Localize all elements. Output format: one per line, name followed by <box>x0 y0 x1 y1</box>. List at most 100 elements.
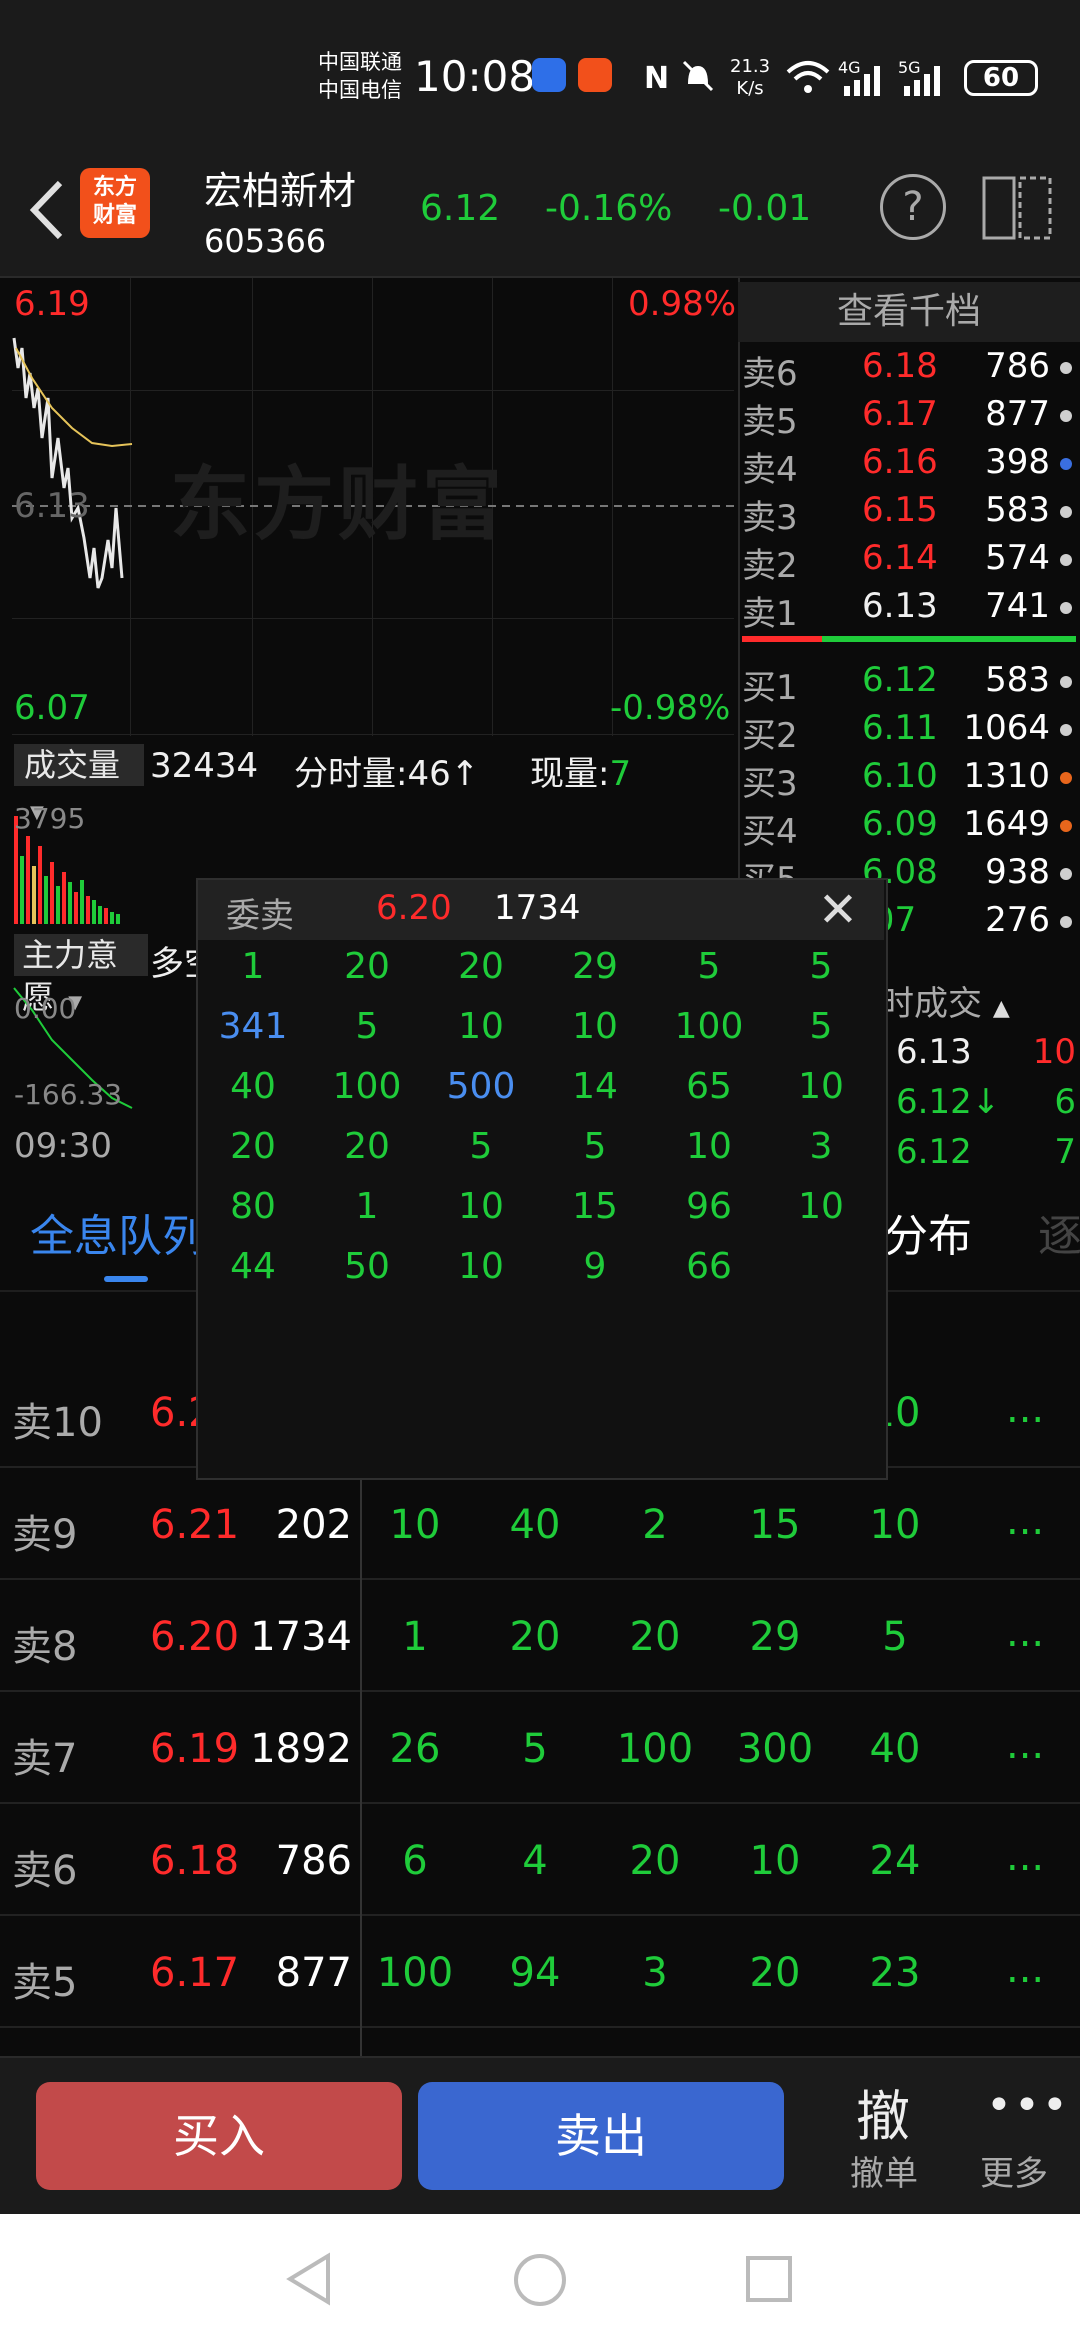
bid-dot-icon <box>1060 820 1072 832</box>
row-more-icon[interactable]: ... <box>1006 1610 1044 1656</box>
nav-recents-icon[interactable] <box>744 2254 794 2304</box>
popup-title: 委卖 <box>226 896 294 936</box>
ask-row[interactable]: 卖5 6.17 877 <box>742 394 1076 442</box>
nav-home-icon[interactable] <box>512 2252 568 2308</box>
more-icon[interactable]: ••• <box>986 2080 1070 2131</box>
queue-order-cell: 100 <box>616 1726 694 1772</box>
ask-dot-icon <box>1060 458 1072 470</box>
chart-watermark: 东方财富 <box>170 458 506 551</box>
row-more-icon[interactable]: ... <box>1006 1834 1044 1880</box>
bid-row[interactable]: 买3 6.10 1310 <box>742 756 1076 804</box>
bid-level-label: 买2 <box>742 716 798 756</box>
ask-dot-icon <box>1060 410 1072 422</box>
help-icon[interactable]: ? <box>880 174 946 240</box>
nav-back-icon[interactable] <box>284 2252 334 2306</box>
queue-level-label: 卖9 <box>12 1512 78 1558</box>
main-will-top-label: 0.00 <box>14 992 77 1025</box>
row-more-icon[interactable]: ... <box>1006 1386 1044 1432</box>
popup-order-cell: 100 <box>332 1066 402 1107</box>
bid-level-label: 买3 <box>742 764 798 804</box>
queue-level-label: 卖8 <box>12 1624 78 1670</box>
sell-button[interactable]: 卖出 <box>418 2082 784 2190</box>
change-amount: -0.01 <box>718 188 812 229</box>
bid-dot-icon <box>1060 868 1072 880</box>
table-row[interactable]: 卖8 6.20 1734 1 20 20 29 5... <box>0 1580 1080 1692</box>
bid-row[interactable]: 买4 6.09 1649 <box>742 804 1076 852</box>
net-speed-unit: K/s <box>736 78 764 99</box>
ask-dot-icon <box>1060 602 1072 614</box>
queue-order-cell: 23 <box>869 1950 921 1996</box>
active-tab-indicator <box>104 1276 148 1282</box>
tab-full-queue[interactable]: 全息队列 <box>30 1200 206 1264</box>
ask-row[interactable]: 卖3 6.15 583 <box>742 490 1076 538</box>
queue-order-cell: 20 <box>749 1950 801 1996</box>
table-row[interactable]: 卖5 6.17 877 100 94 3 20 23... <box>0 1916 1080 2028</box>
bid-level-label: 买4 <box>742 812 798 852</box>
ask-dot-icon <box>1060 506 1072 518</box>
volume-max-label: 3795 <box>14 802 86 835</box>
queue-price: 6.18 <box>150 1838 240 1884</box>
queue-level-label: 卖10 <box>12 1400 103 1446</box>
back-icon[interactable] <box>20 175 80 245</box>
row-more-icon[interactable]: ... <box>1006 1498 1044 1544</box>
ask-price: 6.17 <box>862 394 938 434</box>
trades-header[interactable]: 时成交 ▲ <box>880 976 1010 1025</box>
close-icon[interactable]: ✕ <box>810 882 866 938</box>
queue-order-cell: 24 <box>869 1838 921 1884</box>
bid-row[interactable]: 买2 6.11 1064 <box>742 708 1076 756</box>
ask-price: 6.15 <box>862 490 938 530</box>
pct-axis-low: -0.98% <box>610 688 731 728</box>
tab-next[interactable]: 逐 <box>1038 1200 1080 1264</box>
ask-row[interactable]: 卖1 6.13 741 <box>742 586 1076 634</box>
cancel-order-icon[interactable]: 撤 <box>856 2072 910 2151</box>
net-speed-value: 21.3 <box>730 56 771 77</box>
volume-value: 32434 <box>150 746 259 786</box>
row-more-icon[interactable]: ... <box>1006 1722 1044 1768</box>
ask-level-label: 卖5 <box>742 402 798 442</box>
table-row[interactable]: 卖6 6.18 786 6 4 20 10 24... <box>0 1804 1080 1916</box>
ask-qty: 786 <box>985 346 1050 386</box>
time-axis-label: 09:30 <box>14 1126 112 1166</box>
popup-order-cell: 5 <box>809 1006 833 1047</box>
queue-order-cell: 100 <box>376 1950 454 1996</box>
popup-order-cell: 10 <box>458 1246 504 1287</box>
queue-qty: 1734 <box>250 1614 352 1660</box>
queue-order-cell: 2 <box>642 1502 668 1548</box>
queue-order-cell: 94 <box>509 1950 561 1996</box>
volume-indicator-dropdown[interactable]: 成交量 ▼ <box>14 744 144 823</box>
trade-qty: 10 <box>1032 1032 1076 1072</box>
table-row[interactable]: 卖7 6.19 1892 26 5 100 300 40... <box>0 1692 1080 1804</box>
popup-order-cell: 20 <box>458 946 504 987</box>
ask-row[interactable]: 卖6 6.18 786 <box>742 346 1076 394</box>
trade-price: 6.12 <box>896 1132 972 1172</box>
ask-level-label: 卖4 <box>742 450 798 490</box>
trade-price: 6.13 <box>896 1032 972 1072</box>
popup-order-cell: 10 <box>458 1186 504 1227</box>
buy-button[interactable]: 买入 <box>36 2082 402 2190</box>
more-label[interactable]: 更多 <box>980 2146 1048 2195</box>
ask-dot-icon <box>1060 362 1072 374</box>
ask-row[interactable]: 卖2 6.14 574 <box>742 538 1076 586</box>
bid-row[interactable]: 买1 6.12 583 <box>742 660 1076 708</box>
view-depth-button[interactable]: 查看千档 <box>738 282 1080 342</box>
tab-distribution[interactable]: 分布 <box>884 1200 972 1264</box>
queue-qty: 877 <box>275 1950 352 1996</box>
ask-row[interactable]: 卖4 6.16 398 <box>742 442 1076 490</box>
layout-switch-icon[interactable] <box>982 176 1052 240</box>
ask-dot-icon <box>1060 554 1072 566</box>
bid-dot-icon <box>1060 772 1072 784</box>
popup-order-cell: 5 <box>809 946 833 987</box>
queue-order-cell: 10 <box>869 1502 921 1548</box>
ask-qty: 877 <box>985 394 1050 434</box>
table-row[interactable]: 卖9 6.21 202 10 40 2 15 10... <box>0 1468 1080 1580</box>
queue-price: 6.17 <box>150 1950 240 1996</box>
queue-order-cell: 29 <box>749 1614 801 1660</box>
cancel-order-label[interactable]: 撤单 <box>850 2146 918 2195</box>
row-more-icon[interactable]: ... <box>1006 1946 1044 1992</box>
carrier-2: 中国电信 <box>318 78 402 102</box>
popup-order-cell: 44 <box>230 1246 276 1287</box>
queue-order-cell: 6 <box>402 1838 428 1884</box>
stock-name: 宏柏新材 <box>204 169 357 213</box>
main-will-dropdown[interactable]: 主力意愿 ▼ <box>14 934 148 1016</box>
queue-qty: 786 <box>275 1838 352 1884</box>
